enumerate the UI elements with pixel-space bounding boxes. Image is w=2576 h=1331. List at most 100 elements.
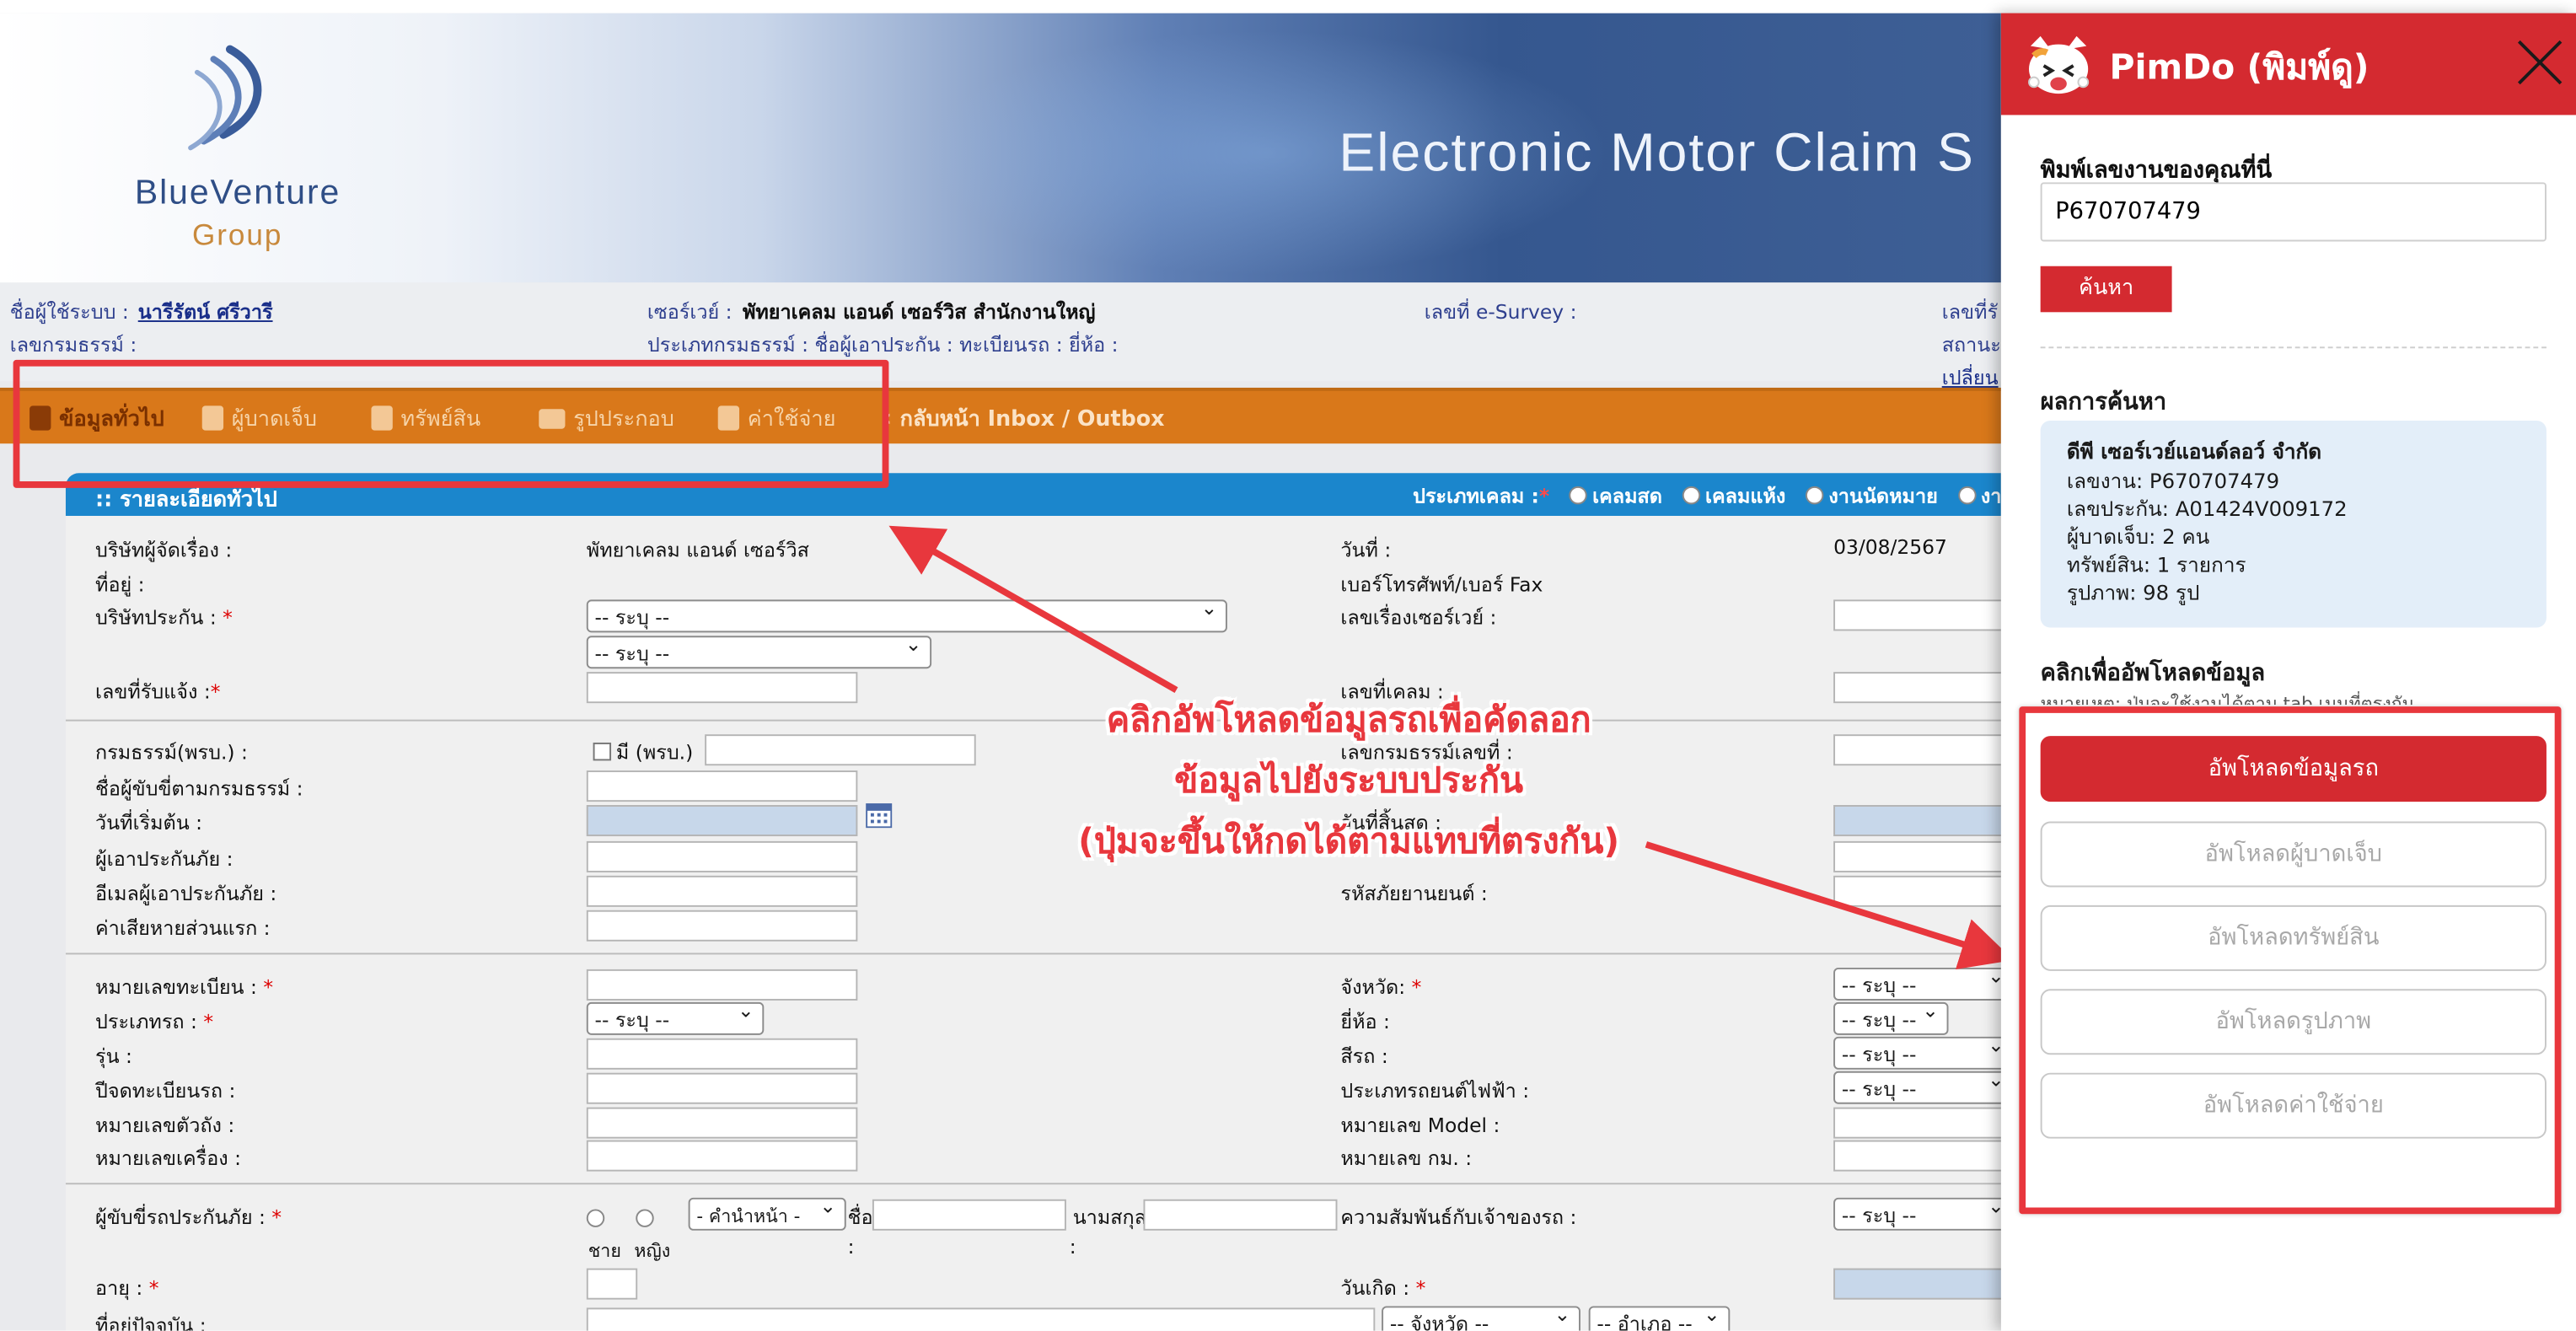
deductible-input[interactable]	[586, 910, 858, 942]
banner-title: Electronic Motor Claim S	[1339, 121, 1975, 183]
chassis-input[interactable]	[586, 1107, 858, 1139]
notify-no-label: เลขที่รับแจ้ง :*	[95, 679, 221, 704]
pimdo-title: PimDo (พิมพ์ดู)	[2109, 47, 2369, 88]
result-heading: ผลการค้นหา	[2040, 389, 2167, 416]
user-name-link[interactable]: นารีรัตน์ ศรีวารี	[138, 298, 273, 329]
reg-year-label: ปีจดทะเบียนรถ :	[95, 1079, 236, 1103]
color-select[interactable]: -- ระบุ --	[1833, 1033, 2001, 1070]
received-no-label: เลขที่รั	[1941, 300, 1999, 324]
surname-input[interactable]	[1143, 1199, 1338, 1231]
prefix-select[interactable]: - คำนำหน้า -	[688, 1194, 846, 1231]
age-input[interactable]	[586, 1268, 638, 1300]
annotation-callout: คลิกอัพโหลดข้อมูลรถเพื่อคัดลอก ข้อมูลไปย…	[1051, 690, 1646, 872]
claim-type-radio[interactable]	[1682, 486, 1701, 505]
phone-label: เบอร์โทรศัพท์/เบอร์ Fax	[1340, 573, 1543, 597]
insured-extra-input[interactable]	[1833, 840, 2001, 872]
start-date-label: วันที่เริ่มต้น :	[95, 811, 203, 835]
reg-year-input[interactable]	[586, 1072, 858, 1104]
general-info-form: บริษัทผู้จัดเรื่อง : พัทยาเคลม แอนด์ เซอ…	[65, 515, 2001, 1331]
engine-input[interactable]	[586, 1140, 858, 1172]
claim-type-option: งานต	[1980, 484, 2001, 508]
insured-input[interactable]	[586, 840, 858, 872]
logo-company-name: BlueVenture	[134, 174, 341, 212]
user-label: ชื่อผู้ใช้ระบบ :	[9, 300, 129, 324]
surveyor-label: เซอร์เวย์ :	[647, 300, 733, 324]
claim-type-label: ประเภทเคลม :	[1413, 484, 1539, 508]
emcs-main-page: BlueVenture Group Electronic Motor Claim…	[0, 13, 2001, 1331]
survey-no-input[interactable]	[1833, 599, 2001, 631]
claim-type-group: ประเภทเคลม :* เคลมสด เคลมแห้ง งานนัดหมาย…	[1413, 481, 2001, 513]
named-driver-label: ชื่อผู้ขับขี่ตามกรมธรรม์ :	[95, 776, 303, 801]
policy-no2-input[interactable]	[1833, 734, 2001, 766]
gender-female-radio[interactable]	[636, 1209, 654, 1227]
ev-type-select[interactable]: -- ระบุ --	[1833, 1068, 2001, 1104]
notify-no-input[interactable]	[586, 672, 858, 704]
logo-group-text: Group	[192, 218, 283, 252]
upload-buttons-highlight-box	[2019, 706, 2562, 1215]
end-date-input[interactable]	[1833, 805, 2001, 837]
relation-select[interactable]: -- ระบุ --	[1833, 1194, 2001, 1231]
address-district-select[interactable]: -- อำเภอ --	[1588, 1303, 1731, 1331]
vehicle-code-label: รหัสภัยยานยนต์ :	[1340, 882, 1488, 905]
result-photos: รูปภาพ: 98 รูป	[2066, 579, 2200, 605]
province-label: จังหวัด: *	[1340, 975, 1422, 999]
named-driver-input[interactable]	[586, 770, 858, 802]
job-number-input[interactable]	[2040, 182, 2546, 242]
address-label: ที่อยู่ :	[95, 573, 145, 597]
tab-label: กลับหน้า Inbox / Outbox	[899, 407, 1165, 432]
insurer-select[interactable]: -- ระบุ --	[586, 596, 1227, 633]
prb-input[interactable]	[705, 734, 976, 766]
email-input[interactable]	[586, 875, 858, 907]
start-date-input[interactable]	[586, 805, 858, 837]
has-prb-checkbox[interactable]: มี (พรบ.)	[593, 738, 693, 769]
color-label: สีรถ :	[1340, 1044, 1388, 1068]
insurer-branch-select[interactable]: -- ระบุ --	[586, 632, 932, 669]
search-result-card: ดีพี เซอร์เวย์แอนด์ลอว์ จำกัด เลขงาน: P6…	[2040, 420, 2546, 628]
nav-tabs-highlight-box	[13, 359, 889, 488]
ev-type-label: ประเภทรถยนต์ไฟฟ้า :	[1340, 1079, 1530, 1103]
esurvey-label: เลขที่ e-Survey :	[1424, 300, 1577, 324]
plate-input[interactable]	[586, 969, 858, 1001]
driver-label: ผู้ขับขี่รถประกันภัย : *	[95, 1205, 282, 1229]
callout-line: คลิกอัพโหลดข้อมูลรถเพื่อคัดลอก	[1106, 700, 1591, 740]
claim-no-input[interactable]	[1833, 672, 2001, 704]
divider	[2040, 346, 2546, 349]
search-button[interactable]: ค้นหา	[2040, 266, 2172, 313]
claim-type-radio[interactable]	[1569, 486, 1588, 505]
date-label: วันที่ :	[1340, 539, 1392, 562]
km-input[interactable]	[1833, 1140, 2001, 1172]
first-name-input[interactable]	[872, 1199, 1066, 1231]
header-banner: BlueVenture Group Electronic Motor Claim…	[0, 13, 2001, 283]
gender-male-radio[interactable]	[586, 1209, 605, 1227]
engine-label: หมายเลขเครื่อง :	[95, 1146, 242, 1170]
car-type-select[interactable]: -- ระบุ --	[586, 999, 765, 1035]
calendar-icon[interactable]	[866, 803, 893, 829]
survey-no-label: เลขเรื่องเซอร์เวย์ :	[1340, 606, 1497, 630]
back-to-inbox-link[interactable]: ‹ กลับหน้า Inbox / Outbox	[883, 401, 1165, 436]
date-value: 03/08/2567	[1833, 535, 1947, 559]
province-select[interactable]: -- ระบุ --	[1833, 964, 2001, 1001]
model-no-input[interactable]	[1833, 1107, 2001, 1139]
current-address-input[interactable]	[586, 1307, 1376, 1331]
section-divider	[65, 1183, 2001, 1185]
birth-date-input[interactable]	[1833, 1268, 2001, 1300]
result-injured: ผู้บาดเจ็บ: 2 คน	[2066, 523, 2210, 549]
colon-text: :	[1069, 1235, 1076, 1259]
email-label: อีเมลผู้เอาประกันภัย :	[95, 882, 277, 905]
model-label: รุ่น :	[95, 1044, 132, 1068]
colon-text: :	[847, 1235, 855, 1259]
brand-select[interactable]: -- ระบุ --	[1833, 999, 1949, 1035]
claim-type-radio[interactable]	[1957, 486, 1976, 505]
address-province-select[interactable]: -- จังหวัด --	[1382, 1303, 1580, 1331]
deductible-label: ค่าเสียหายส่วนแรก :	[95, 916, 271, 940]
close-icon[interactable]	[2514, 36, 2566, 89]
vehicle-code-input[interactable]	[1833, 875, 2001, 907]
insured-label: ผู้เอาประกันภัย :	[95, 847, 233, 871]
upload-heading: คลิกเพื่ออัพโหลดข้อมูล	[2040, 660, 2266, 687]
section-divider	[65, 953, 2001, 955]
insurer-label: บริษัทประกัน : *	[95, 606, 233, 630]
claim-type-option: เคลมสด	[1592, 484, 1662, 508]
current-address-label: ที่อยู่ปัจจุบัน :	[95, 1314, 207, 1331]
model-input[interactable]	[586, 1038, 858, 1070]
claim-type-radio[interactable]	[1806, 486, 1824, 505]
